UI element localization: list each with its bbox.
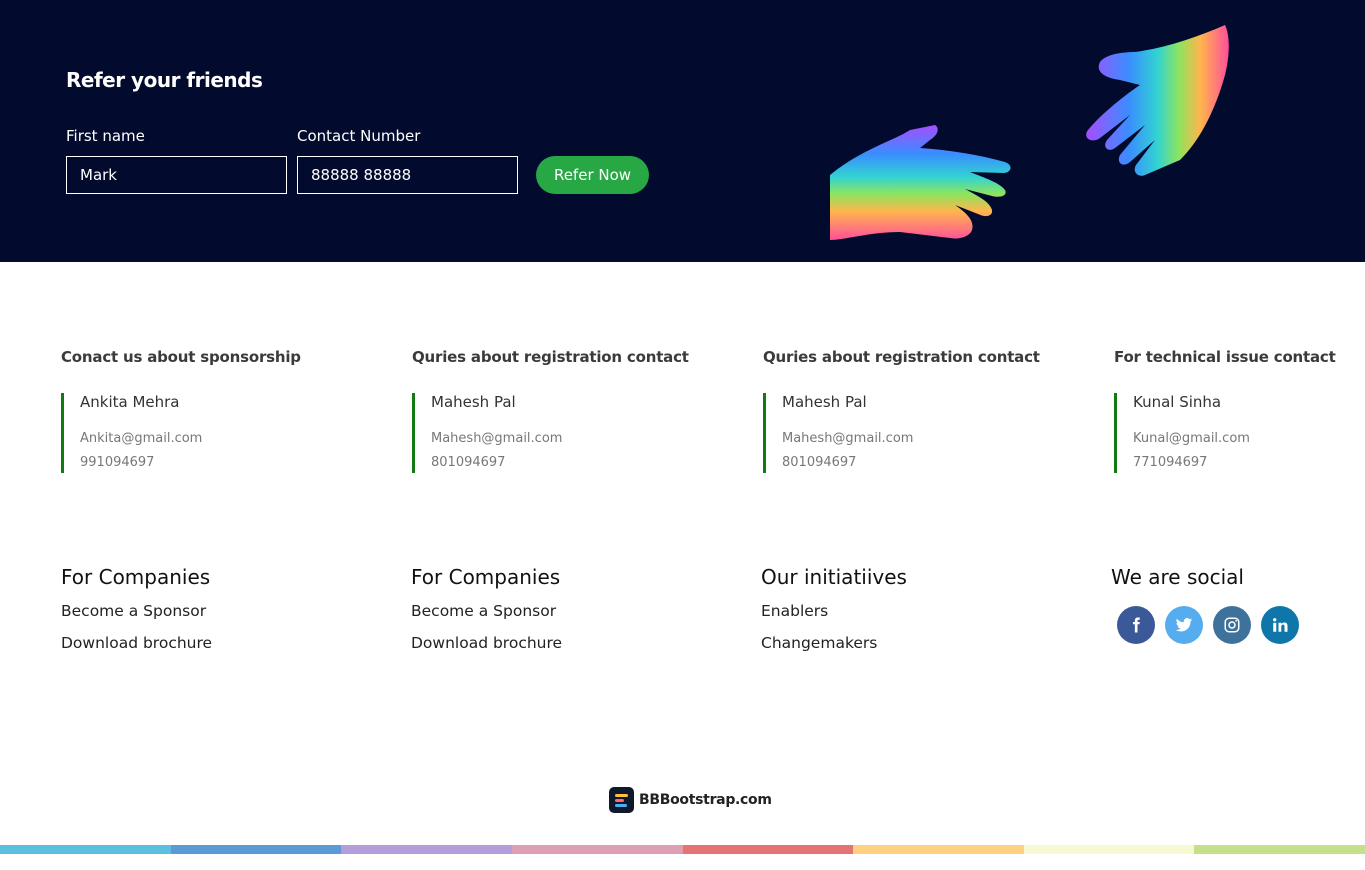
stripe-segment [0, 845, 171, 854]
become-sponsor-link[interactable]: Become a Sponsor [411, 602, 711, 621]
contact-heading: For technical issue contact [1114, 348, 1336, 366]
contact-column-sponsorship: Conact us about sponsorship Ankita Mehra… [61, 348, 391, 473]
stripe-segment [170, 845, 342, 854]
contact-column-registration: Quries about registration contact Mahesh… [412, 348, 742, 473]
changemakers-link[interactable]: Changemakers [761, 634, 1061, 653]
contact-number-input[interactable] [297, 156, 518, 194]
contact-card: Mahesh Pal Mahesh@gmail.com 801094697 [763, 393, 1093, 473]
bbbootstrap-logo-icon [609, 787, 634, 813]
footer-column-companies-2: For Companies Become a Sponsor Download … [411, 565, 711, 653]
instagram-icon[interactable] [1213, 606, 1251, 644]
contact-column-technical: For technical issue contact Kunal Sinha … [1114, 348, 1359, 473]
stripe-segment [1194, 845, 1365, 854]
become-sponsor-link[interactable]: Become a Sponsor [61, 602, 361, 621]
facebook-icon[interactable] [1117, 606, 1155, 644]
refer-now-button[interactable]: Refer Now [536, 156, 649, 194]
contact-heading: Quries about registration contact [763, 348, 1040, 366]
contact-email[interactable]: Ankita@gmail.com [80, 431, 202, 446]
first-name-input[interactable] [66, 156, 287, 194]
contact-phone[interactable]: 771094697 [1133, 455, 1207, 470]
footer-column-heading: Our initiatiives [761, 565, 907, 589]
stripe-segment [341, 845, 512, 854]
footer-column-companies: For Companies Become a Sponsor Download … [61, 565, 361, 653]
linkedin-icon[interactable] [1261, 606, 1299, 644]
twitter-icon[interactable] [1165, 606, 1203, 644]
footer-column-heading: For Companies [61, 565, 211, 589]
stripe-segment [682, 845, 854, 854]
contact-email[interactable]: Mahesh@gmail.com [782, 431, 913, 446]
social-heading: We are social [1111, 565, 1244, 589]
contact-heading: Conact us about sponsorship [61, 348, 301, 366]
rainbow-hands-illustration [830, 25, 1229, 240]
contact-card: Kunal Sinha Kunal@gmail.com 771094697 [1114, 393, 1359, 473]
contact-email[interactable]: Kunal@gmail.com [1133, 431, 1250, 446]
contact-email[interactable]: Mahesh@gmail.com [431, 431, 562, 446]
contact-heading: Quries about registration contact [412, 348, 689, 366]
download-brochure-link[interactable]: Download brochure [411, 634, 711, 653]
rainbow-stripe [0, 845, 1365, 854]
contact-name: Mahesh Pal [782, 393, 867, 411]
stripe-segment [1023, 845, 1195, 854]
contact-name: Kunal Sinha [1133, 393, 1222, 411]
contact-name: Ankita Mehra [80, 393, 180, 411]
contact-card: Ankita Mehra Ankita@gmail.com 991094697 [61, 393, 391, 473]
first-name-label: First name [66, 127, 145, 145]
contact-phone[interactable]: 801094697 [782, 455, 856, 470]
social-links [1117, 606, 1299, 644]
refer-banner: Refer your friends First name Contact Nu… [0, 0, 1365, 262]
contact-name: Mahesh Pal [431, 393, 516, 411]
refer-title: Refer your friends [66, 68, 263, 92]
enablers-link[interactable]: Enablers [761, 602, 1061, 621]
contact-phone[interactable]: 991094697 [80, 455, 154, 470]
footer-column-social: We are social [1111, 565, 1351, 589]
stripe-segment [853, 845, 1024, 854]
contact-number-label: Contact Number [297, 127, 421, 145]
download-brochure-link[interactable]: Download brochure [61, 634, 361, 653]
footer-column-heading: For Companies [411, 565, 561, 589]
footer-column-initiatives: Our initiatiives Enablers Changemakers [761, 565, 1061, 653]
brand[interactable]: BBBootstrap.com [609, 787, 772, 813]
stripe-segment [511, 845, 683, 854]
contact-column-registration-2: Quries about registration contact Mahesh… [763, 348, 1093, 473]
brand-text: BBBootstrap.com [639, 792, 772, 808]
contact-phone[interactable]: 801094697 [431, 455, 505, 470]
contact-card: Mahesh Pal Mahesh@gmail.com 801094697 [412, 393, 742, 473]
